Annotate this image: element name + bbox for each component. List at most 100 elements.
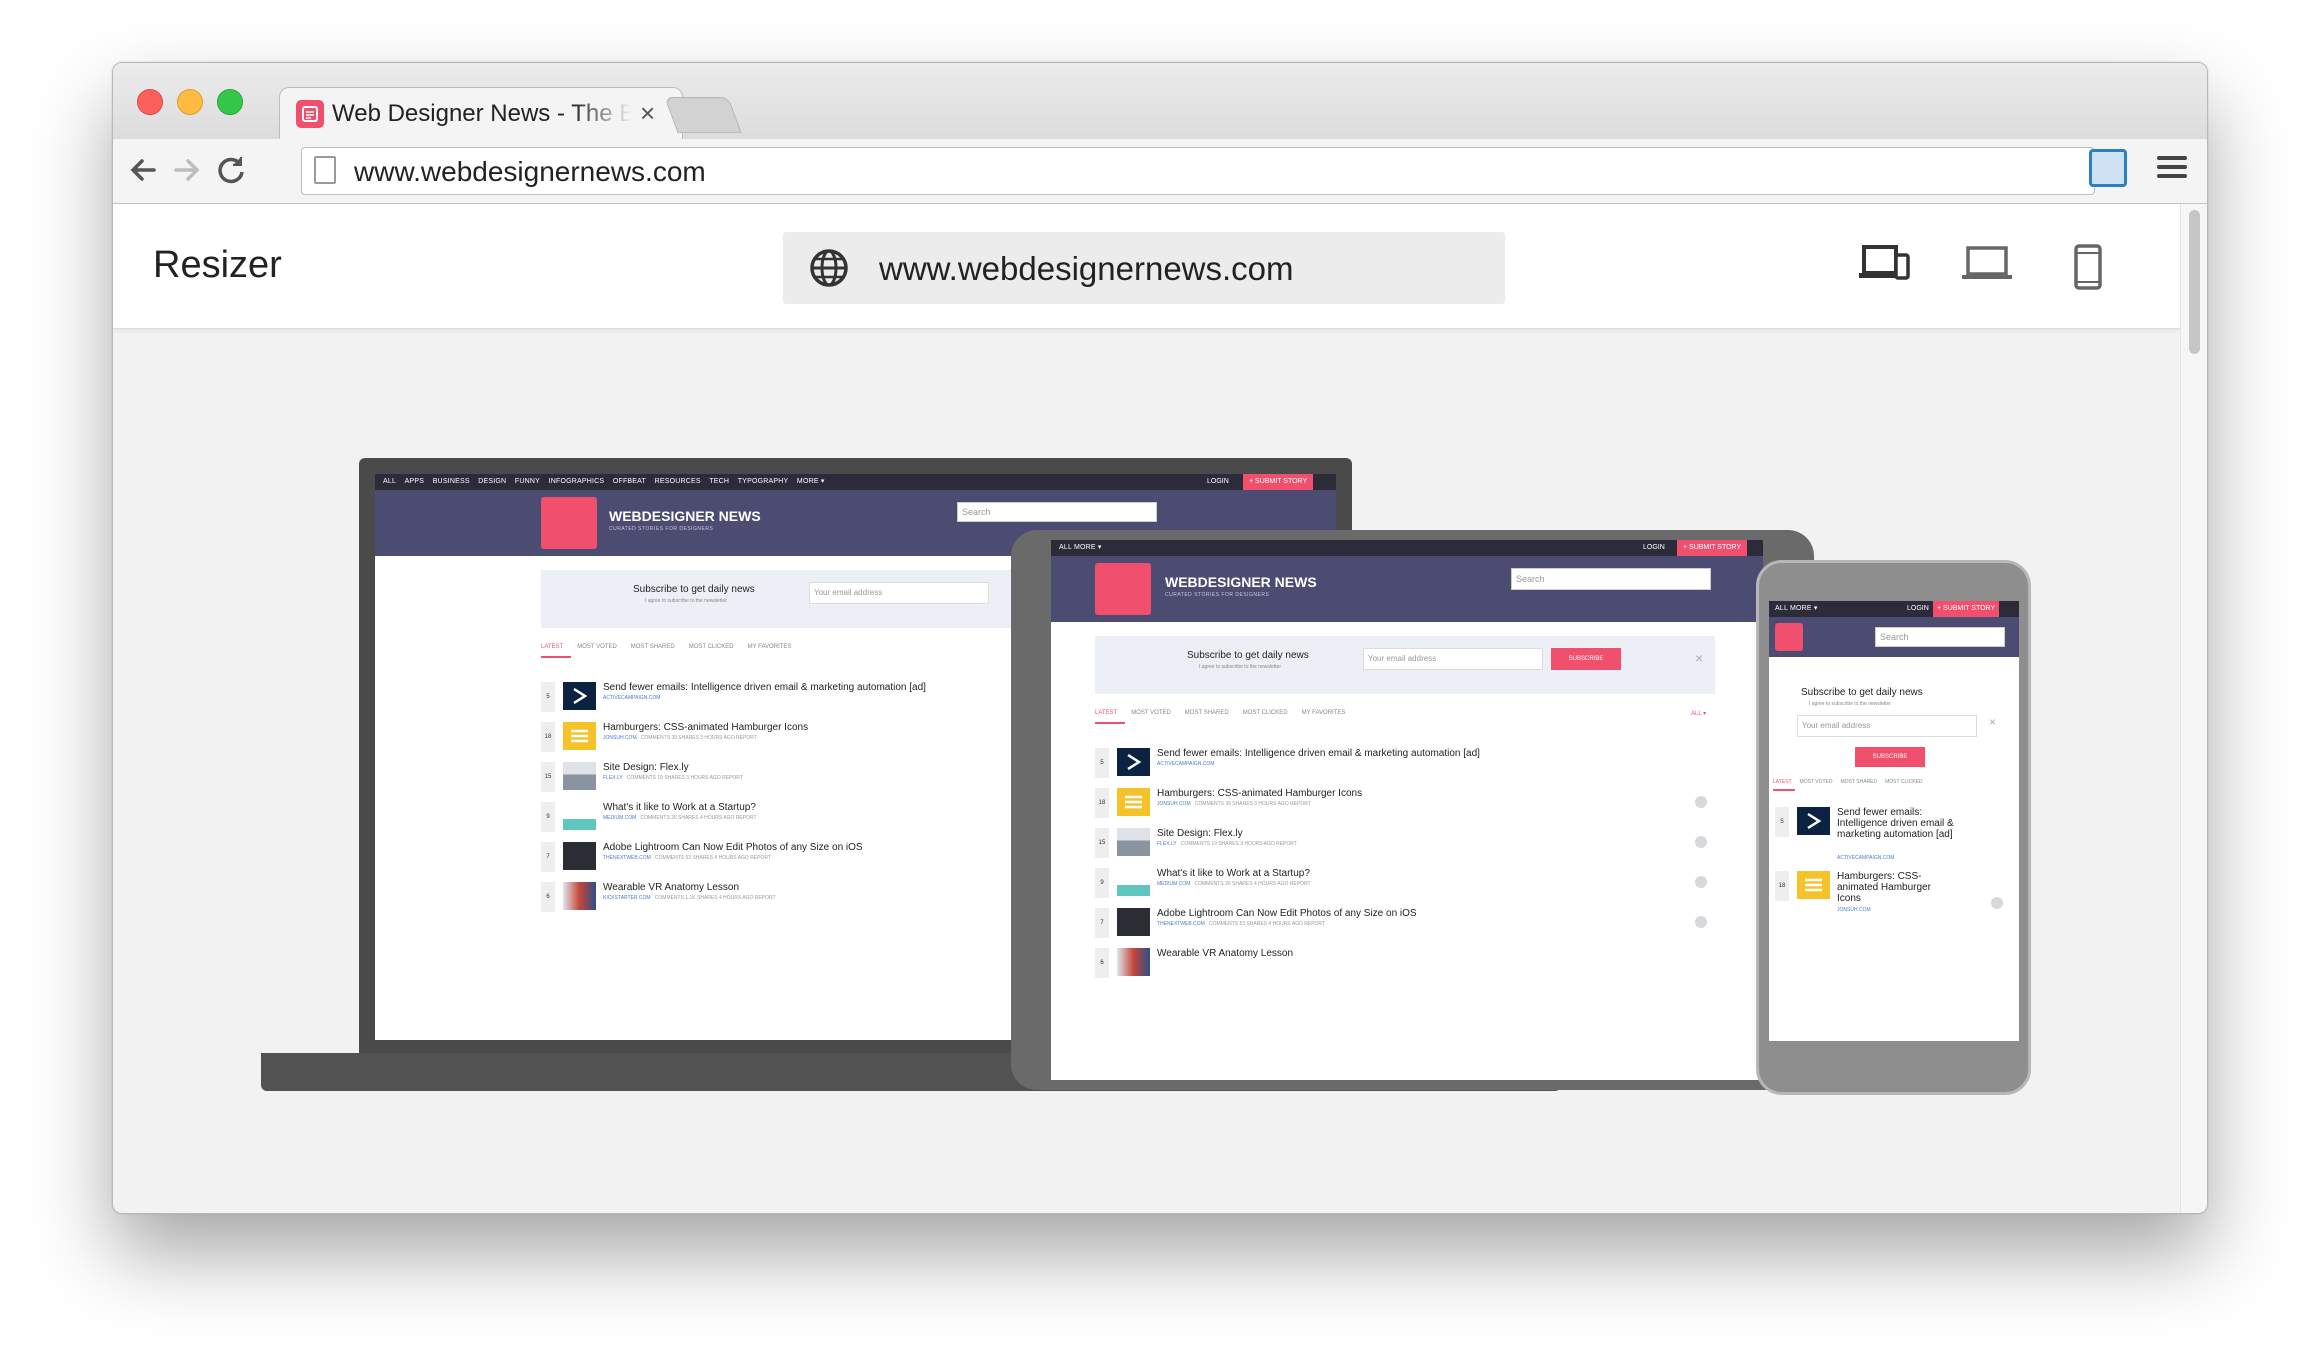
reload-icon[interactable] (213, 153, 249, 189)
story-title[interactable]: Send fewer emails: Intelligence driven e… (1837, 807, 1957, 840)
story-thumbnail[interactable] (563, 842, 596, 870)
vote-widget[interactable]: 15 (1095, 828, 1109, 858)
site-tabs[interactable]: LATEST MOST VOTED MOST SHARED MOST CLICKED M… (1095, 710, 1359, 716)
story-thumbnail[interactable] (1117, 868, 1150, 896)
site-login-link[interactable]: LOGIN (1907, 601, 1929, 617)
story-thumbnail[interactable] (1797, 871, 1830, 899)
story-thumbnail[interactable] (563, 802, 596, 830)
story-row[interactable]: 9 What's it like to Work at a Startup? M… (1095, 868, 1715, 908)
story-title[interactable]: Adobe Lightroom Can Now Edit Photos of a… (1157, 908, 1417, 919)
subscribe-note[interactable]: I agree to subscribe to the newsletter (1199, 664, 1281, 670)
story-title[interactable]: Site Design: Flex.ly (1157, 828, 1243, 839)
site-submit-button[interactable]: + SUBMIT STORY (1243, 474, 1314, 490)
story-source[interactable]: THENEXTWEB.COM (1157, 921, 1205, 927)
story-source[interactable]: FLEX.LY (603, 775, 623, 781)
vote-widget[interactable]: 18 (541, 722, 555, 752)
story-source[interactable]: THENEXTWEB.COM (603, 855, 651, 861)
story-row[interactable]: 15 Site Design: Flex.ly FLEX.LY COMMENTS… (1095, 828, 1715, 868)
story-title[interactable]: Hamburgers: CSS-animated Hamburger Icons (603, 722, 808, 733)
story-title[interactable]: Send fewer emails: Intelligence driven e… (603, 682, 926, 693)
vote-widget[interactable]: 5 (1095, 748, 1109, 778)
browser-tab[interactable]: Web Designer News - The Best Curated × (279, 87, 683, 140)
minimize-window-button[interactable] (177, 89, 203, 115)
story-thumbnail[interactable] (563, 882, 596, 910)
subscribe-note[interactable]: I agree to subscribe to the newsletter (1809, 701, 1891, 707)
site-search-input[interactable]: Search (957, 502, 1157, 522)
site-login-link[interactable]: LOGIN (1207, 474, 1229, 490)
filter-all-dropdown[interactable]: ALL ▾ (1691, 710, 1706, 717)
resizer-extension-icon[interactable] (2089, 149, 2127, 187)
story-source[interactable]: MEDIUM.COM (603, 815, 636, 821)
site-nav-items[interactable]: ALL MORE ▾ (1775, 601, 1818, 617)
story-thumbnail[interactable] (563, 682, 596, 710)
story-source[interactable]: FLEX.LY (1157, 841, 1177, 847)
story-title[interactable]: Site Design: Flex.ly (603, 762, 689, 773)
story-source[interactable]: JONSUH.COM (603, 735, 637, 741)
scrollbar[interactable] (2180, 204, 2207, 1213)
story-row[interactable]: 7 Adobe Lightroom Can Now Edit Photos of… (1095, 908, 1715, 948)
laptop-icon[interactable] (1962, 244, 2012, 284)
favorite-star-icon[interactable] (1695, 916, 1707, 928)
close-window-button[interactable] (137, 89, 163, 115)
story-title[interactable]: Wearable VR Anatomy Lesson (1157, 948, 1293, 959)
vote-widget[interactable]: 18 (1095, 788, 1109, 818)
site-tabs[interactable]: LATEST MOST VOTED MOST SHARED MOST CLICKED (1773, 779, 1937, 785)
back-icon[interactable] (125, 153, 161, 189)
vote-widget[interactable]: 9 (541, 802, 555, 832)
story-row[interactable]: 5 Send fewer emails: Intelligence driven… (1095, 748, 1715, 788)
address-text[interactable]: www.webdesignernews.com (354, 156, 706, 188)
vote-widget[interactable]: 5 (541, 682, 555, 712)
story-source[interactable]: KICKSTARTER.COM (603, 895, 651, 901)
subscribe-button[interactable]: SUBSCRIBE (1855, 747, 1925, 767)
responsive-icon[interactable] (1859, 244, 1911, 284)
site-search-input[interactable]: Search (1875, 627, 2005, 647)
vote-widget[interactable]: 15 (541, 762, 555, 792)
address-bar[interactable]: www.webdesignernews.com (301, 147, 2095, 195)
story-thumbnail[interactable] (1117, 828, 1150, 856)
story-source[interactable]: ACTIVECAMPAIGN.COM (1157, 761, 1214, 767)
forward-icon[interactable] (169, 153, 205, 189)
site-submit-button[interactable]: + SUBMIT STORY (1933, 601, 2000, 617)
story-title[interactable]: Hamburgers: CSS-animated Hamburger Icons (1157, 788, 1362, 799)
site-login-link[interactable]: LOGIN (1643, 540, 1665, 556)
subscribe-email-input[interactable]: Your email address (1363, 648, 1543, 670)
tab-close-icon[interactable]: × (640, 98, 655, 129)
favorite-star-icon[interactable] (1695, 836, 1707, 848)
favorite-star-icon[interactable] (1991, 897, 2003, 909)
subscribe-close-icon[interactable]: × (1989, 715, 1996, 729)
story-title[interactable]: What's it like to Work at a Startup? (1157, 868, 1310, 879)
phone-icon[interactable] (2073, 244, 2103, 292)
story-source[interactable]: JONSUH.COM (1837, 907, 1871, 913)
site-search-input[interactable]: Search (1511, 568, 1711, 590)
story-source[interactable]: MEDIUM.COM (1157, 881, 1190, 887)
story-source[interactable]: JONSUH.COM (1157, 801, 1191, 807)
story-thumbnail[interactable] (563, 762, 596, 790)
story-source[interactable]: ACTIVECAMPAIGN.COM (1837, 855, 1894, 861)
favorite-star-icon[interactable] (1695, 796, 1707, 808)
site-nav-items[interactable]: ALL APPS BUSINESS DESIGN FUNNY INFOGRAPH… (383, 474, 825, 490)
resizer-url-field[interactable]: www.webdesignernews.com (783, 232, 1505, 304)
story-row[interactable]: 18 Hamburgers: CSS-animated Hamburger Ic… (1095, 788, 1715, 828)
story-thumbnail[interactable] (1797, 807, 1830, 835)
scroll-thumb[interactable] (2189, 210, 2200, 354)
vote-widget[interactable]: 9 (1095, 868, 1109, 898)
story-title[interactable]: Send fewer emails: Intelligence driven e… (1157, 748, 1480, 759)
resizer-url-text[interactable]: www.webdesignernews.com (879, 250, 1294, 288)
story-title[interactable]: Adobe Lightroom Can Now Edit Photos of a… (603, 842, 863, 853)
story-title[interactable]: Hamburgers: CSS-animated Hamburger Icons (1837, 871, 1937, 904)
subscribe-email-input[interactable]: Your email address (809, 582, 989, 604)
vote-widget[interactable]: 18 (1775, 871, 1789, 901)
new-tab-button[interactable] (664, 97, 742, 133)
vote-widget[interactable]: 5 (1775, 807, 1789, 837)
story-row[interactable]: 18 Hamburgers: CSS-animated Hamburger Ic… (1775, 871, 2011, 951)
site-submit-button[interactable]: + SUBMIT STORY (1677, 540, 1748, 556)
story-source[interactable]: ACTIVECAMPAIGN.COM (603, 695, 660, 701)
site-nav-items[interactable]: ALL MORE ▾ (1059, 540, 1102, 556)
story-title[interactable]: Wearable VR Anatomy Lesson (603, 882, 739, 893)
menu-icon[interactable] (2157, 153, 2187, 183)
story-thumbnail[interactable] (1117, 748, 1150, 776)
vote-widget[interactable]: 6 (1095, 948, 1109, 978)
subscribe-note[interactable]: I agree to subscribe to the newsletter (645, 598, 727, 604)
site-tabs[interactable]: LATEST MOST VOTED MOST SHARED MOST CLICKED M… (541, 644, 805, 650)
story-thumbnail[interactable] (1117, 948, 1150, 976)
